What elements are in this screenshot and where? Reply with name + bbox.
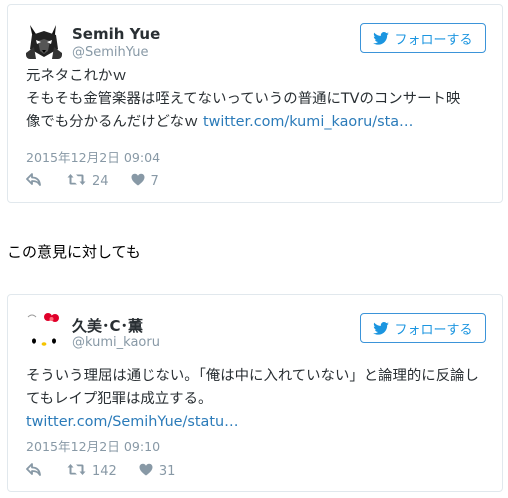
timestamp[interactable]: 2015年12月2日 09:04 [26, 147, 160, 166]
tweet-actions: 24 7 [26, 171, 159, 191]
like-count: 7 [150, 173, 159, 189]
reply-icon [26, 172, 42, 190]
retweet-count: 24 [92, 173, 109, 189]
like-count: 31 [158, 463, 176, 479]
like-button[interactable]: 7 [131, 173, 159, 190]
retweet-icon [67, 173, 86, 190]
embedded-tweet-kumi-kaoru: 久美･C･薫 @kumi_kaoru フォローする そういう理屈は通じない。「俺… [7, 294, 503, 492]
tweet-line: 元ネタこれかｗ [26, 68, 127, 84]
wolf-avatar[interactable] [26, 23, 62, 59]
user-handle[interactable]: @kumi_kaoru [72, 335, 160, 350]
tweet-line-text: 像でも分かるんだけどなｗ [26, 114, 199, 130]
follow-label: フォローする [394, 32, 473, 48]
user-handle[interactable]: @SemihYue [72, 45, 148, 60]
retweet-button[interactable]: 24 [67, 173, 109, 190]
tweet-line-last: 像でも分かるんだけどなｗ twitter.com/kumi_kaoru/sta… [26, 111, 488, 134]
tweet-text: 元ネタこれかｗ そもそも金管楽器は咥えてないっていうの普通にTVのコンサート映 … [26, 65, 488, 134]
follow-label: フォローする [394, 322, 473, 338]
tweet-line: そういう理屈は通じない。「俺は中に入れていない」と論理的に反論し [26, 368, 479, 384]
tweet-link[interactable]: twitter.com/kumi_kaoru/sta… [203, 114, 413, 130]
retweet-button[interactable]: 142 [67, 463, 117, 480]
reply-icon [26, 462, 42, 480]
retweet-count: 142 [92, 463, 117, 479]
embedded-tweet-semihyue: Semih Yue @SemihYue フォローする 元ネタこれかｗ そもそも金… [7, 4, 503, 203]
heart-icon [131, 173, 145, 190]
follow-button[interactable]: フォローする [360, 23, 486, 53]
hello-kitty-avatar[interactable] [26, 313, 62, 349]
display-name[interactable]: Semih Yue [72, 25, 160, 43]
display-name[interactable]: 久美･C･薫 [72, 315, 143, 336]
reply-button[interactable] [26, 462, 42, 480]
tweet-actions: 142 31 [26, 461, 175, 481]
retweet-icon [67, 463, 86, 480]
heart-icon [139, 463, 153, 480]
tweet-text: そういう理屈は通じない。「俺は中に入れていない」と論理的に反論し てもレイプ犯罪… [26, 365, 488, 434]
twitter-bird-icon [373, 31, 390, 45]
tweet-link[interactable]: twitter.com/SemihYue/statu… [26, 414, 239, 430]
follow-button[interactable]: フォローする [360, 313, 486, 343]
tweet-line: そもそも金管楽器は咥えてないっていうの普通にTVのコンサート映 [26, 91, 461, 107]
tweet-line: てもレイプ犯罪は成立する。 [26, 391, 213, 407]
timestamp[interactable]: 2015年12月2日 09:10 [26, 436, 160, 455]
like-button[interactable]: 31 [139, 463, 176, 480]
twitter-bird-icon [373, 321, 390, 335]
tweet-line-last: twitter.com/SemihYue/statu… [26, 411, 488, 434]
article-text: この意見に対しても [7, 243, 141, 261]
reply-button[interactable] [26, 172, 42, 190]
